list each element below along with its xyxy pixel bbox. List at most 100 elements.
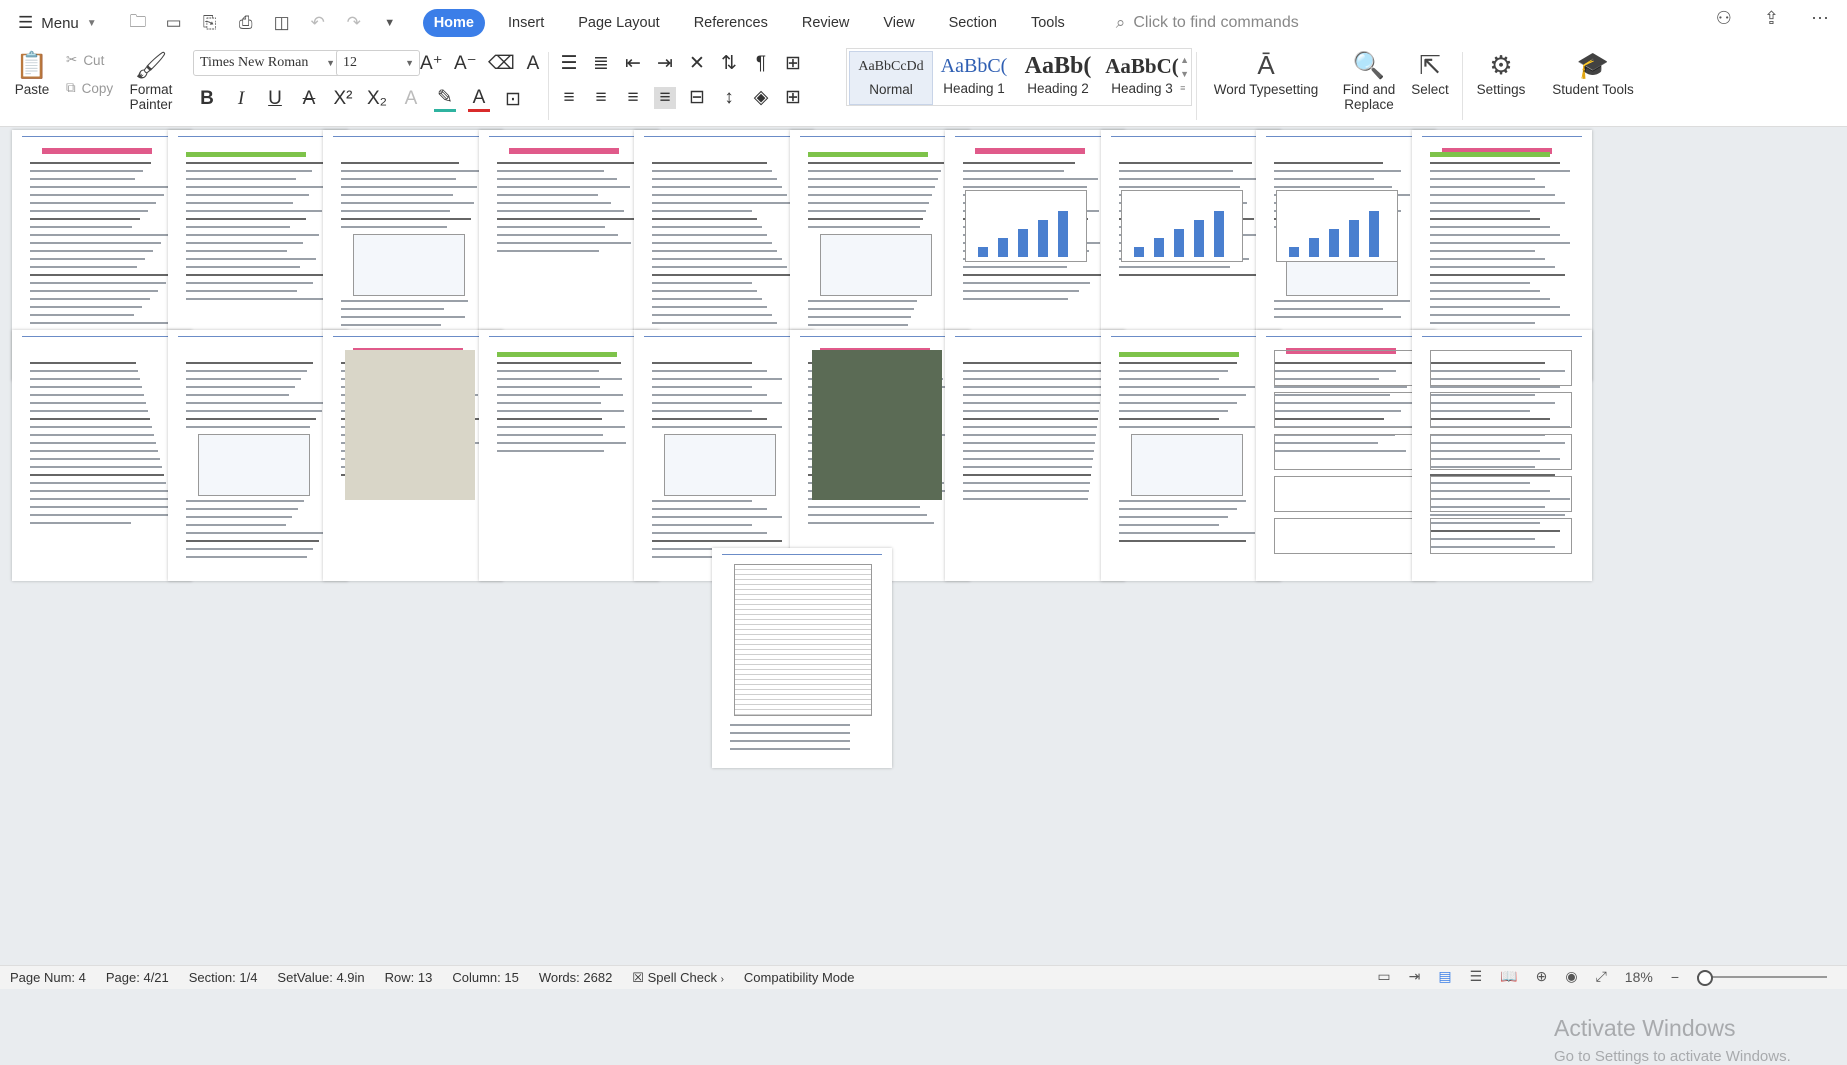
style-heading-3[interactable]: AaBbC( Heading 3 — [1101, 51, 1183, 103]
output-icon[interactable]: ⇥ — [1409, 968, 1421, 985]
page-view-icon[interactable]: ▤ — [1438, 968, 1451, 985]
tab-page-layout[interactable]: Page Layout — [567, 9, 670, 37]
fit-page-icon[interactable]: ⤢ — [1596, 968, 1607, 985]
page-thumbnail[interactable] — [711, 548, 892, 768]
style-normal[interactable]: AaBbCcDd Normal — [849, 51, 933, 105]
tab-tools[interactable]: Tools — [1020, 9, 1076, 37]
page-thumbnail[interactable] — [634, 330, 814, 581]
undo-icon[interactable]: ↶ — [307, 12, 329, 34]
page-thumbnail[interactable] — [789, 330, 970, 581]
superscript-icon[interactable]: X² — [332, 88, 354, 110]
align-left-icon[interactable]: ≡ — [558, 87, 580, 109]
page-thumbnail[interactable] — [945, 330, 1125, 581]
text-effect-icon[interactable]: A — [400, 88, 422, 110]
web-layout-icon[interactable]: ⊕ — [1536, 968, 1548, 985]
page-thumbnail[interactable] — [323, 330, 503, 581]
status-page-num[interactable]: Page Num: 4 — [10, 970, 86, 985]
align-right-icon[interactable]: ≡ — [622, 87, 644, 109]
outline-view-icon[interactable]: ☰ — [1470, 968, 1483, 985]
grow-font-icon[interactable]: A⁺ — [420, 52, 443, 75]
share-icon[interactable]: ⇪ — [1764, 8, 1779, 29]
spell-check-button[interactable]: ☒ Spell Check › — [632, 970, 724, 986]
status-words[interactable]: Words: 2682 — [539, 970, 612, 985]
status-section[interactable]: Section: 1/4 — [189, 970, 258, 985]
line-spacing-icon[interactable]: ↕ — [718, 87, 740, 109]
subscript-icon[interactable]: X₂ — [366, 88, 388, 110]
find-replace-button[interactable]: 🔍 Find and Replace — [1340, 48, 1398, 113]
distribute-icon[interactable]: ⊟ — [686, 86, 708, 109]
page-thumbnail[interactable] — [478, 330, 659, 581]
print-icon[interactable]: ⎙ — [235, 12, 257, 34]
status-page[interactable]: Page: 4/21 — [106, 970, 169, 985]
print-preview-icon[interactable]: ◫ — [271, 12, 293, 34]
format-painter-button[interactable]: 🖌 Format Painter — [126, 48, 176, 113]
copy-button[interactable]: ⧉ Copy — [66, 80, 113, 96]
page-thumbnail[interactable] — [1411, 330, 1592, 581]
zoom-slider[interactable] — [1697, 969, 1827, 986]
customize-toolbar-icon[interactable]: ▼ — [379, 12, 401, 34]
style-heading-1[interactable]: AaBbC( Heading 1 — [933, 51, 1015, 103]
cut-button[interactable]: ✂ Cut — [66, 52, 104, 68]
clear-format-icon[interactable]: ⌫ — [488, 52, 515, 75]
text-line — [496, 234, 618, 236]
page-thumbnail[interactable] — [12, 330, 192, 581]
italic-icon[interactable]: I — [230, 88, 252, 110]
reading-layout-icon[interactable]: 📖 — [1500, 968, 1517, 985]
document-area[interactable]: Activate Windows Go to Settings to activ… — [0, 127, 1847, 1065]
status-row[interactable]: Row: 13 — [385, 970, 433, 985]
style-heading-2[interactable]: AaBb( Heading 2 — [1017, 51, 1099, 103]
strikethrough-icon[interactable]: A — [298, 88, 320, 110]
justify-icon[interactable]: ≡ — [654, 86, 676, 109]
shrink-font-icon[interactable]: A⁻ — [454, 52, 477, 75]
paste-button[interactable]: 📋 Paste — [10, 48, 54, 98]
increase-indent-icon[interactable]: ⇥ — [654, 52, 676, 75]
eye-protection-icon[interactable]: ◉ — [1565, 968, 1577, 985]
numbering-icon[interactable]: ≣ — [590, 52, 612, 75]
tab-section[interactable]: Section — [938, 9, 1008, 37]
student-tools-button[interactable]: 🎓 Student Tools — [1548, 48, 1638, 98]
bold-icon[interactable]: B — [196, 88, 218, 110]
tab-insert[interactable]: Insert — [497, 9, 555, 37]
main-menu-button[interactable]: ☰ Menu ▼ — [18, 8, 97, 38]
export-icon[interactable]: ⎘ — [199, 12, 221, 34]
align-center-icon[interactable]: ≡ — [590, 87, 612, 109]
zoom-level[interactable]: 18% — [1625, 969, 1653, 985]
save-icon[interactable]: ▭ — [163, 12, 185, 34]
add-user-icon[interactable]: ⚇ — [1716, 8, 1732, 29]
tab-review[interactable]: Review — [791, 9, 861, 37]
redo-icon[interactable]: ↷ — [343, 12, 365, 34]
font-color-icon[interactable]: A — [468, 87, 490, 112]
tab-home[interactable]: Home — [422, 9, 485, 37]
status-set-value[interactable]: SetValue: 4.9in — [277, 970, 364, 985]
zoom-out-icon[interactable]: − — [1671, 969, 1679, 985]
borders-icon[interactable]: ⊞ — [782, 86, 804, 109]
open-icon[interactable]: 🗀 — [127, 12, 149, 34]
sort-icon[interactable]: ⇅ — [718, 52, 740, 75]
find-commands-box[interactable]: ⌕ Click to find commands — [1116, 8, 1299, 38]
tab-references[interactable]: References — [683, 9, 779, 37]
chinese-layout-icon[interactable]: ✕ — [686, 52, 708, 75]
bar — [1349, 220, 1359, 257]
page-thumbnail[interactable] — [1100, 330, 1281, 581]
bullets-icon[interactable]: ☰ — [558, 52, 580, 75]
status-column[interactable]: Column: 15 — [452, 970, 518, 985]
highlight-icon[interactable]: ✎ — [434, 86, 456, 112]
page-thumbnail[interactable] — [167, 330, 348, 581]
tabs-icon[interactable]: ⊞ — [782, 52, 804, 75]
word-typesetting-button[interactable]: Ā Word Typesetting — [1206, 48, 1326, 98]
char-border-icon[interactable]: ⊡ — [502, 88, 524, 111]
settings-button[interactable]: ⚙ Settings — [1470, 48, 1532, 98]
phonetic-guide-icon[interactable]: A — [522, 53, 544, 75]
font-name-select[interactable]: Times New Roman ▼ — [193, 50, 341, 76]
show-marks-icon[interactable]: ¶ — [750, 53, 772, 75]
select-button[interactable]: ⇱ Select — [1408, 48, 1452, 98]
font-size-select[interactable]: 12 ▼ — [336, 50, 420, 76]
shading-icon[interactable]: ◈ — [750, 86, 772, 109]
more-options-icon[interactable]: ⋯ — [1811, 8, 1829, 29]
read-mode-icon[interactable]: ▭ — [1377, 968, 1390, 985]
styles-scroll-icon[interactable]: ▲ ▼ ≡ — [1180, 53, 1189, 95]
page-thumbnail[interactable] — [1256, 330, 1436, 581]
decrease-indent-icon[interactable]: ⇤ — [622, 52, 644, 75]
underline-icon[interactable]: U — [264, 88, 286, 110]
tab-view[interactable]: View — [872, 9, 925, 37]
